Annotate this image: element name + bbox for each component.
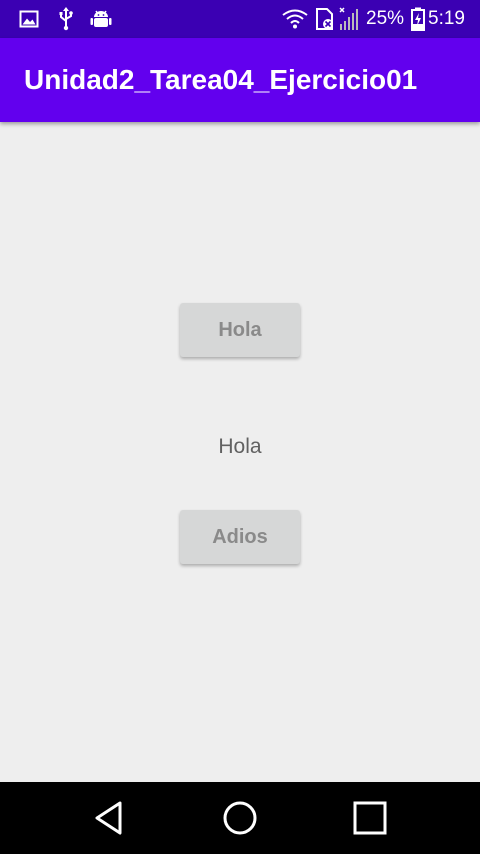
screen: 25% 5:19 Unidad2_Tarea04_Ejercicio01 Hol… (0, 0, 480, 854)
navigation-bar (0, 782, 480, 854)
recents-icon[interactable] (346, 796, 394, 840)
app-bar: Unidad2_Tarea04_Ejercicio01 (0, 38, 480, 122)
hola-button[interactable]: Hola (180, 303, 300, 357)
android-debug-icon (89, 7, 113, 31)
usb-icon (56, 7, 76, 31)
wifi-icon (281, 7, 309, 31)
status-bar: 25% 5:19 (0, 0, 480, 38)
back-icon[interactable] (85, 796, 133, 840)
signal-icon (338, 7, 360, 31)
sim-card-icon (314, 7, 336, 31)
battery-charging-icon (410, 7, 426, 31)
image-icon (18, 7, 40, 31)
message-text: Hola (218, 435, 262, 458)
clock: 5:19 (428, 8, 465, 29)
app-title: Unidad2_Tarea04_Ejercicio01 (24, 64, 418, 95)
adios-button[interactable]: Adios (180, 510, 300, 564)
battery-percent: 25% (366, 8, 405, 29)
home-icon[interactable] (216, 796, 264, 840)
